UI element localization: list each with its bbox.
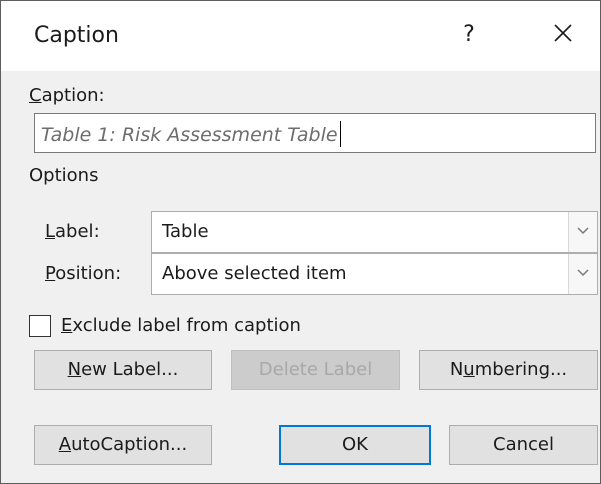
exclude-label-checkbox[interactable]: [29, 315, 51, 337]
position-select[interactable]: Above selected item: [151, 253, 598, 295]
caption-dialog: Caption ? Caption: Table 1: Risk Assessm…: [0, 0, 601, 484]
chevron-down-icon: [577, 269, 589, 277]
caption-label-accesskey: C: [29, 85, 42, 106]
title-bar: Caption ?: [1, 1, 600, 71]
autocaption-text: utoCaption...: [71, 434, 188, 455]
position-field-text: osition:: [55, 263, 122, 284]
label-field-label: Label:: [45, 221, 100, 242]
cancel-text: Cancel: [493, 434, 554, 455]
position-field-label: Position:: [45, 263, 121, 284]
new-label-text: ew Label...: [81, 359, 179, 380]
delete-label-button[interactable]: Delete Label: [231, 350, 400, 390]
exclude-label-rest: xclude label from caption: [72, 315, 301, 336]
label-field-text: abel:: [55, 221, 100, 242]
label-select-dropdown[interactable]: [568, 212, 597, 252]
delete-label-text: Delete Label: [258, 359, 373, 380]
cancel-button[interactable]: Cancel: [449, 425, 598, 465]
label-select[interactable]: Table: [151, 211, 598, 253]
position-select-value: Above selected item: [162, 263, 347, 284]
numbering-pre: N: [449, 359, 464, 380]
exclude-label-text: Exclude label from caption: [61, 315, 301, 336]
caption-input[interactable]: Table 1: Risk Assessment Table: [34, 113, 596, 153]
caption-label: Caption:: [29, 85, 105, 106]
exclude-label-accesskey: E: [61, 315, 73, 336]
label-select-value: Table: [162, 221, 209, 242]
new-label-accesskey: N: [67, 359, 82, 380]
position-select-dropdown[interactable]: [568, 254, 597, 294]
close-icon: [554, 24, 572, 42]
ok-button[interactable]: OK: [279, 425, 431, 465]
autocaption-accesskey: A: [58, 434, 72, 455]
options-heading: Options: [29, 165, 99, 186]
new-label-button[interactable]: New Label...: [34, 350, 212, 390]
label-field-accesskey: L: [45, 221, 56, 242]
numbering-text: mbering...: [474, 359, 568, 380]
ok-text: OK: [342, 434, 368, 455]
text-caret: [339, 121, 341, 147]
chevron-down-icon: [577, 227, 589, 235]
help-button[interactable]: ?: [447, 15, 491, 55]
caption-input-value: Table 1: Risk Assessment Table: [41, 124, 338, 146]
position-field-accesskey: P: [45, 263, 56, 284]
dialog-title: Caption: [34, 23, 119, 48]
autocaption-button[interactable]: AutoCaption...: [34, 425, 212, 465]
close-button[interactable]: [539, 15, 587, 55]
numbering-button[interactable]: Numbering...: [419, 350, 598, 390]
numbering-accesskey: u: [463, 359, 475, 380]
caption-label-text: aption:: [41, 85, 105, 106]
